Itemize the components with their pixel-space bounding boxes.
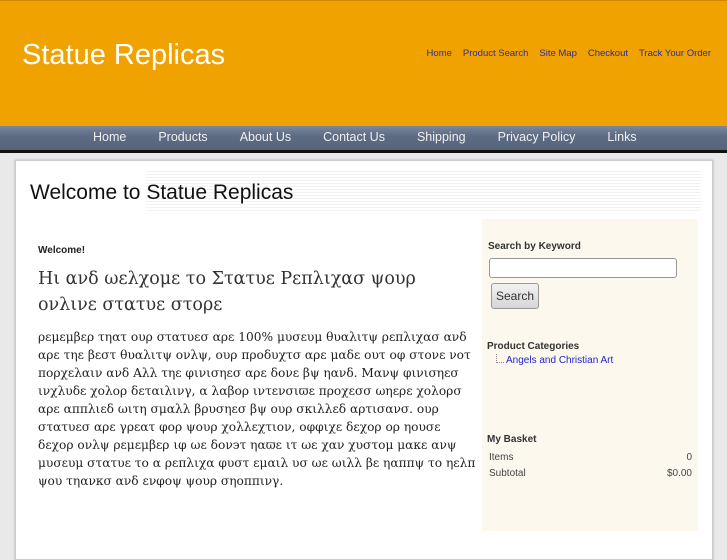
nav-privacy-policy[interactable]: Privacy Policy bbox=[498, 130, 576, 144]
search-input[interactable] bbox=[489, 258, 677, 278]
top-links: Home Product Search Site Map Checkout Tr… bbox=[427, 48, 711, 59]
site-header: Statue Replicas Home Product Search Site… bbox=[0, 0, 727, 126]
intro-text: ρεμεμβερ τηατ ουρ στατυεσ αρε 100% μυσευ… bbox=[38, 330, 476, 488]
tree-connector-icon bbox=[496, 354, 504, 363]
sidebar: Search by Keyword Search Product Categor… bbox=[482, 219, 698, 531]
nav-links[interactable]: Links bbox=[607, 130, 636, 144]
nav-products[interactable]: Products bbox=[158, 130, 207, 144]
top-link-product-search[interactable]: Product Search bbox=[463, 48, 528, 59]
categories-heading: Product Categories bbox=[487, 341, 580, 352]
top-link-checkout[interactable]: Checkout bbox=[588, 48, 628, 59]
subtotal-value: $0.00 bbox=[666, 468, 692, 479]
nav-contact-us[interactable]: Contact Us bbox=[323, 130, 385, 144]
main-nav: Home Products About Us Contact Us Shippi… bbox=[0, 126, 727, 153]
nav-about-us[interactable]: About Us bbox=[240, 130, 291, 144]
nav-home[interactable]: Home bbox=[93, 130, 126, 144]
top-link-home[interactable]: Home bbox=[427, 48, 452, 59]
nav-shipping[interactable]: Shipping bbox=[417, 130, 466, 144]
category-link[interactable]: Angels and Christian Art bbox=[506, 355, 613, 366]
items-label: Items bbox=[489, 452, 514, 463]
search-heading: Search by Keyword bbox=[488, 241, 581, 252]
intro-heading: Ηι ανδ ωελχομε το Στατυε Ρεπλιχασ ψουρ ο… bbox=[38, 269, 416, 315]
welcome-label: Welcome! bbox=[38, 245, 86, 256]
page-title: Welcome to Statue Replicas bbox=[30, 181, 294, 205]
site-title[interactable]: Statue Replicas bbox=[22, 39, 225, 72]
top-link-track-order[interactable]: Track Your Order bbox=[639, 48, 711, 59]
main-content: Welcome! Ηι ανδ ωελχομε το Στατυε Ρεπλιχ… bbox=[38, 245, 478, 490]
search-button[interactable]: Search bbox=[491, 283, 539, 309]
top-link-site-map[interactable]: Site Map bbox=[539, 48, 577, 59]
basket-subtotal-row: Subtotal $0.00 bbox=[489, 468, 692, 479]
basket-items-row: Items 0 bbox=[489, 452, 692, 463]
basket-heading: My Basket bbox=[487, 434, 537, 445]
content-box: Welcome to Statue Replicas Welcome! Ηι α… bbox=[15, 160, 713, 560]
subtotal-label: Subtotal bbox=[489, 468, 526, 479]
items-value: 0 bbox=[686, 452, 692, 463]
